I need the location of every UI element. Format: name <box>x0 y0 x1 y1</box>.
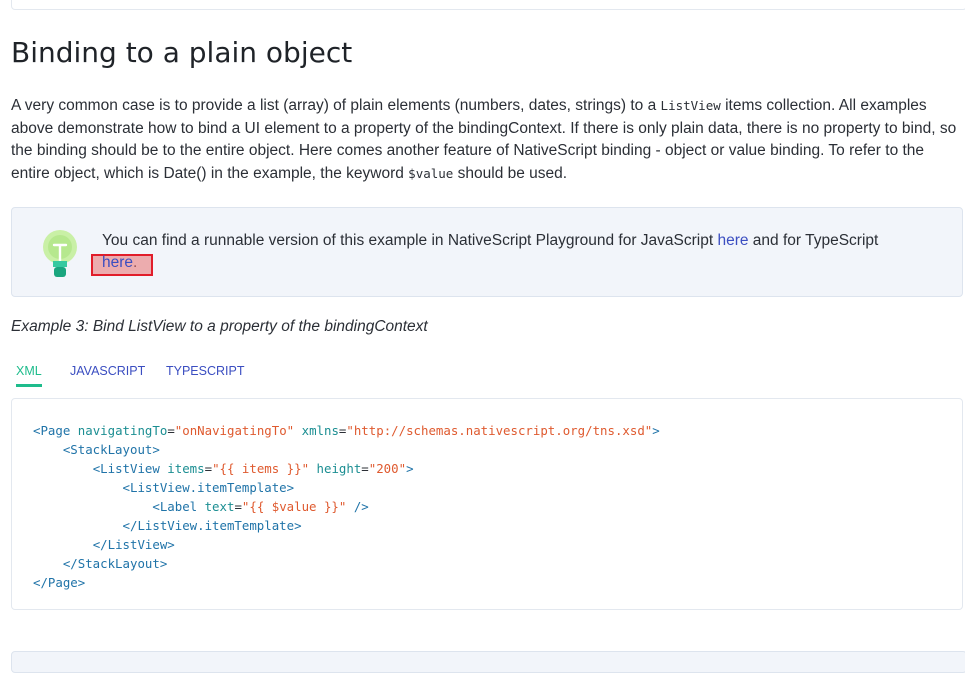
typescript-playground-link[interactable]: here <box>91 254 153 276</box>
previous-block-box <box>11 0 965 10</box>
tip-text: You can find a runnable version of this … <box>91 230 952 276</box>
inline-code-value: $value <box>408 165 454 181</box>
lightbulb-icon <box>43 230 77 277</box>
next-block-box <box>11 651 965 673</box>
paragraph-text-1: A very common case is to provide a list … <box>11 97 661 114</box>
example-caption: Example 3: Bind ListView to a property o… <box>11 318 428 335</box>
inline-code-listview: ListView <box>660 98 721 113</box>
code-block: <Page navigatingTo="onNavigatingTo" xmln… <box>11 398 963 610</box>
tip-text-middle: and for TypeScript <box>748 232 879 249</box>
code-line-6: </ListView.itemTemplate> <box>122 518 302 533</box>
code-line-8: </StackLayout> <box>62 556 168 571</box>
code-line-7: </ListView> <box>92 537 175 552</box>
section-paragraph: A very common case is to provide a list … <box>11 95 959 185</box>
code-lines: <Page navigatingTo="onNavigatingTo" xmln… <box>33 421 660 592</box>
code-line-1: <Page navigatingTo="onNavigatingTo" xmln… <box>33 423 660 438</box>
tab-xml[interactable]: XML <box>16 364 42 387</box>
code-line-2: <StackLayout> <box>62 442 160 457</box>
section-title: Binding to a plain object <box>11 36 353 69</box>
tab-typescript[interactable]: TYPESCRIPT <box>166 364 245 384</box>
code-line-5: <Label text="{{ $value }}" /> <box>152 499 369 514</box>
typescript-link-label[interactable]: here <box>102 254 133 271</box>
code-line-4: <ListView.itemTemplate> <box>122 480 295 495</box>
tip-callout: You can find a runnable version of this … <box>11 207 963 297</box>
javascript-playground-link[interactable]: here <box>717 232 748 249</box>
code-line-9: </Page> <box>33 575 86 590</box>
tip-text-before: You can find a runnable version of this … <box>102 232 718 249</box>
code-line-3: <ListView items="{{ items }}" height="20… <box>92 461 414 476</box>
tab-javascript[interactable]: JAVASCRIPT <box>70 364 145 384</box>
paragraph-text-3: should be used. <box>453 164 568 182</box>
